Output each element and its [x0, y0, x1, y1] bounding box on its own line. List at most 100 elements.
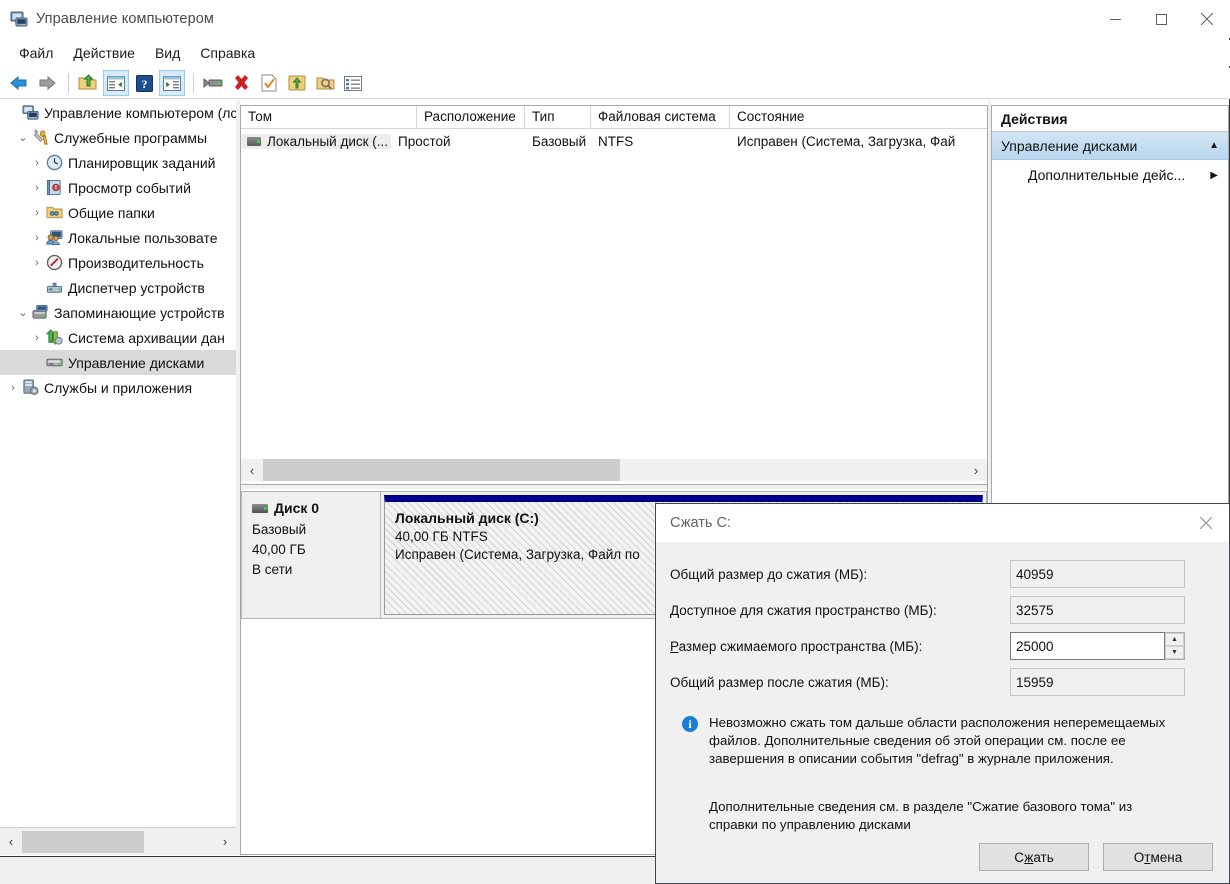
window-title: Управление компьютером: [36, 11, 214, 27]
label-total-size-before: Общий размер до сжатия (МБ):: [670, 566, 868, 582]
scrollbar-thumb[interactable]: [263, 459, 620, 481]
tree-item-device-manager[interactable]: Диспетчер устройств: [0, 275, 236, 300]
tree-twisty[interactable]: ›: [28, 232, 46, 244]
disk-size: 40,00 ГБ: [252, 542, 306, 557]
forward-arrow-icon[interactable]: [34, 70, 60, 96]
tree-item-label: Общие папки: [68, 204, 155, 221]
tree-item-disk-management[interactable]: Управление дисками: [0, 350, 236, 375]
console-tree[interactable]: Управление компьютером (лс ⌄ Служебные п…: [0, 100, 236, 827]
dialog-info-text: Невозможно сжать том дальше области расп…: [709, 715, 1166, 766]
storage-icon: [32, 304, 49, 321]
checkmark-page-icon[interactable]: [256, 70, 282, 96]
spinner-down-button[interactable]: ▼: [1165, 646, 1184, 659]
tree-twisty[interactable]: ›: [28, 182, 46, 194]
volume-list-hscrollbar[interactable]: ‹ ›: [241, 459, 987, 481]
actions-title: Действия: [992, 106, 1228, 132]
tree-item-services-and-apps[interactable]: › Службы и приложения: [0, 375, 236, 400]
tree-item-label: Диспетчер устройств: [68, 279, 205, 296]
shrink-dialog: Сжать C: Общий размер до сжатия (МБ): 40…: [655, 503, 1230, 884]
tree-item-local-users[interactable]: › Локальные пользовате: [0, 225, 236, 250]
disk-icon: [252, 503, 268, 513]
shrink-amount-input[interactable]: 25000: [1010, 632, 1165, 660]
horizontal-splitter[interactable]: [241, 484, 987, 489]
up-folder-icon[interactable]: [75, 70, 101, 96]
label-shrink-amount: Размер сжимаемого пространства (МБ):: [670, 639, 1010, 654]
cell-layout: Простой: [398, 133, 451, 149]
tree-twisty[interactable]: ›: [28, 157, 46, 169]
properties-icon[interactable]: [200, 70, 226, 96]
tree-item-shared-folders[interactable]: › Общие папки: [0, 200, 236, 225]
scroll-left-arrow[interactable]: ‹: [241, 457, 263, 483]
tree-item-label: Производительность: [68, 254, 204, 271]
back-arrow-icon[interactable]: [6, 70, 32, 96]
show-hide-action-pane-icon[interactable]: [159, 70, 185, 96]
dialog-info-block: i Невозможно сжать том дальше области ра…: [670, 714, 1209, 768]
disk-name: Диск 0: [274, 500, 320, 516]
computer-management-icon: [10, 10, 28, 28]
menu-action[interactable]: Действие: [64, 43, 144, 63]
scroll-left-arrow[interactable]: ‹: [0, 829, 22, 855]
column-header-status[interactable]: Состояние: [730, 106, 975, 128]
tree-item-backup[interactable]: › Система архивации дан: [0, 325, 236, 350]
table-row[interactable]: Локальный диск (... Простой Базовый NTFS…: [241, 129, 987, 153]
backup-icon: [45, 329, 63, 346]
shrink-amount-spinner[interactable]: ▲ ▼: [1165, 632, 1185, 660]
info-icon: i: [682, 716, 698, 732]
delete-icon[interactable]: [228, 70, 254, 96]
dialog-close-button[interactable]: [1183, 504, 1229, 542]
tree-item-computer-management[interactable]: Управление компьютером (лс: [0, 100, 236, 125]
actions-group-disk-management[interactable]: Управление дисками ▲: [992, 132, 1228, 160]
cell-volume[interactable]: Локальный диск (...: [241, 133, 391, 149]
menu-view[interactable]: Вид: [146, 43, 189, 63]
close-button[interactable]: [1184, 0, 1230, 38]
shrink-button[interactable]: Сжать: [979, 843, 1089, 871]
shrink-button-label: Сжать: [1014, 849, 1054, 865]
clock-icon: [46, 154, 63, 171]
tree-twisty[interactable]: ›: [28, 207, 46, 219]
tree-twisty[interactable]: ›: [28, 257, 46, 269]
disk-name-row: Диск 0: [252, 500, 380, 516]
cell-filesystem: NTFS: [598, 133, 634, 149]
cancel-button-label: Отмена: [1133, 849, 1183, 865]
show-hide-console-tree-icon[interactable]: [103, 70, 129, 96]
tree-item-task-scheduler[interactable]: › Планировщик заданий: [0, 150, 236, 175]
minimize-button[interactable]: [1092, 0, 1138, 38]
window-controls: [1092, 0, 1230, 38]
disk-metadata: Базовый 40,00 ГБ В сети: [252, 520, 380, 580]
column-header-volume[interactable]: Том: [241, 106, 417, 128]
column-header-type[interactable]: Тип: [525, 106, 591, 128]
scroll-right-arrow[interactable]: ›: [965, 457, 987, 483]
list-view-icon[interactable]: [340, 70, 366, 96]
help-icon[interactable]: ?: [131, 70, 157, 96]
spinner-up-button[interactable]: ▲: [1165, 633, 1184, 646]
shared-folder-icon: [46, 204, 63, 221]
column-header-filesystem[interactable]: Файловая система: [591, 106, 730, 128]
volume-list[interactable]: Том Расположение Тип Файловая система Со…: [241, 106, 987, 481]
search-folder-icon[interactable]: [312, 70, 338, 96]
shrink-amount-control[interactable]: 25000 ▲ ▼: [1010, 632, 1185, 660]
cancel-button[interactable]: Отмена: [1103, 843, 1213, 871]
menu-file[interactable]: Файл: [10, 43, 62, 63]
chevron-right-icon[interactable]: ▶: [1210, 170, 1218, 181]
tree-item-system-tools[interactable]: ⌄ Служебные программы: [0, 125, 236, 150]
scrollbar-thumb[interactable]: [22, 830, 144, 853]
label-available-shrink-space: Доступное для сжатия пространство (МБ):: [670, 602, 937, 618]
tree-item-performance[interactable]: › Производительность: [0, 250, 236, 275]
chevron-up-icon[interactable]: ▲: [1209, 140, 1219, 151]
tree-twisty[interactable]: ⌄: [14, 306, 32, 319]
tree-item-event-viewer[interactable]: › Просмотр событий: [0, 175, 236, 200]
computer-management-window: Управление компьютером Файл Действие Вид…: [0, 0, 1230, 884]
console-tree-hscrollbar[interactable]: ‹ ›: [0, 827, 236, 855]
export-up-icon[interactable]: [284, 70, 310, 96]
column-header-layout[interactable]: Расположение: [417, 106, 525, 128]
disk-info-panel[interactable]: Диск 0 Базовый 40,00 ГБ В сети: [241, 491, 381, 619]
tree-item-storage[interactable]: ⌄ Запоминающие устройств: [0, 300, 236, 325]
tree-twisty[interactable]: ›: [28, 332, 46, 344]
tree-twisty[interactable]: ⌄: [14, 131, 32, 144]
tree-twisty[interactable]: ›: [4, 382, 22, 394]
maximize-button[interactable]: [1138, 0, 1184, 38]
scroll-right-arrow[interactable]: ›: [214, 829, 236, 855]
actions-item-more-actions[interactable]: Дополнительные дейс... ▶: [992, 160, 1228, 190]
menu-help[interactable]: Справка: [191, 43, 264, 63]
volume-icon: [247, 136, 261, 146]
